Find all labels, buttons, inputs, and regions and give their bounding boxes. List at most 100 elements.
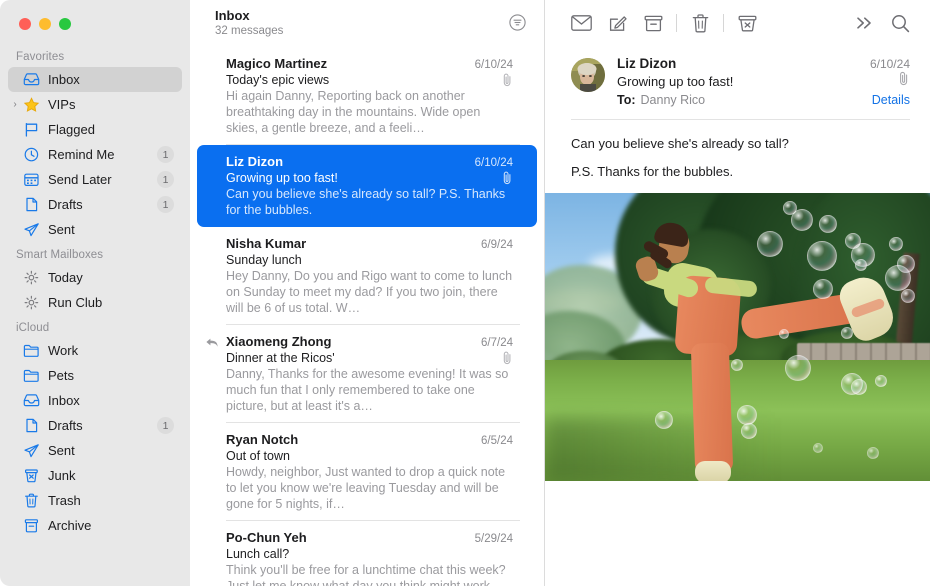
paper-plane-icon (22, 222, 41, 238)
compose-button[interactable] (599, 8, 635, 38)
recipient-line: To:Danny Rico (617, 93, 705, 107)
message-subject: Out of town (226, 449, 290, 463)
sidebar-item-trash[interactable]: Trash (8, 488, 182, 513)
bubble (737, 405, 757, 425)
unread-badge: 1 (157, 417, 174, 434)
inbox-icon (22, 393, 41, 409)
replied-icon (205, 336, 219, 348)
sidebar-item-sent[interactable]: Sent (8, 217, 182, 242)
sidebar-item-label: Remind Me (48, 148, 114, 161)
unread-badge: 1 (157, 146, 174, 163)
sidebar-group-title: Smart Mailboxes (0, 242, 190, 265)
sidebar-item-work[interactable]: Work (8, 338, 182, 363)
sidebar-item-label: Inbox (48, 73, 80, 86)
details-link[interactable]: Details (872, 93, 910, 107)
message-subject: Lunch call? (226, 547, 289, 561)
message-body: Can you believe she's already so tall? P… (545, 120, 932, 180)
message-list-item[interactable]: Po-Chun Yeh 5/29/24 Lunch call?Think you'l… (197, 521, 537, 586)
attachment-icon (502, 351, 513, 365)
bubble (901, 289, 915, 303)
message-preview: Howdy, neighbor, Just wanted to drop a q… (226, 464, 513, 512)
message-date: 5/29/24 (467, 533, 513, 545)
bubble (889, 237, 903, 251)
message-sender: Ryan Notch (226, 432, 298, 447)
message-date: 6/10/24 (870, 57, 910, 71)
sidebar-item-run-club[interactable]: Run Club (8, 290, 182, 315)
chevron-double-right-icon[interactable] (846, 8, 882, 38)
body-paragraph: P.S. Thanks for the bubbles. (571, 163, 906, 180)
gear-icon (22, 295, 41, 311)
sidebar-item-remind-me[interactable]: Remind Me 1 (8, 142, 182, 167)
message-date: 6/5/24 (473, 435, 513, 447)
message-preview: Hey Danny, Do you and Rigo want to come … (226, 268, 513, 316)
toolbar-divider (723, 14, 724, 32)
archive-button[interactable] (635, 8, 671, 38)
sidebar-item-label: Archive (48, 519, 91, 532)
inbox-icon (22, 72, 41, 88)
message-list-item[interactable]: Magico Martinez6/10/24Today's epic views… (197, 47, 537, 145)
to-label: To: (617, 93, 636, 107)
sidebar-item-inbox[interactable]: Inbox (8, 388, 182, 413)
zoom-button[interactable] (59, 18, 71, 30)
bubble (855, 259, 867, 271)
document-icon (22, 418, 41, 434)
junk-button[interactable] (729, 8, 765, 38)
star-icon (22, 97, 41, 113)
trash-icon (22, 493, 41, 509)
sidebar-item-label: Pets (48, 369, 74, 382)
message-count: 32 messages (215, 24, 283, 39)
bubble (867, 447, 879, 459)
flag-icon (22, 122, 41, 138)
bubble (741, 423, 757, 439)
sidebar-item-junk[interactable]: Junk (8, 463, 182, 488)
sidebar-item-archive[interactable]: Archive (8, 513, 182, 538)
bubble (731, 359, 743, 371)
message-sender: Magico Martinez (226, 56, 327, 71)
message-list-header: Inbox 32 messages (190, 0, 544, 47)
window-controls (0, 0, 190, 44)
search-icon[interactable] (882, 8, 918, 38)
minimize-button[interactable] (39, 18, 51, 30)
avatar (571, 58, 605, 92)
bubble (885, 265, 911, 291)
reader-toolbar (545, 0, 932, 46)
calendar-icon (22, 172, 41, 188)
message-preview: Think you'll be free for a lunchtime cha… (226, 562, 513, 586)
bubble (791, 209, 813, 231)
message-list-item[interactable]: Nisha Kumar6/9/24Sunday lunchHey Danny, … (197, 227, 537, 325)
message-list-item[interactable]: Liz Dizon6/10/24Growing up too fast!Can … (197, 145, 537, 227)
archive-icon (22, 518, 41, 534)
sidebar-item-send-later[interactable]: Send Later1 (8, 167, 182, 192)
unread-badge: 1 (157, 171, 174, 188)
mark-unread-button[interactable] (563, 8, 599, 38)
bubble (813, 279, 833, 299)
message-sender: Po-Chun Yeh (226, 530, 307, 545)
sidebar-item-label: Work (48, 344, 78, 357)
bubble (875, 375, 887, 387)
folder-icon (22, 368, 41, 384)
sidebar-item-drafts[interactable]: Drafts1 (8, 192, 182, 217)
delete-button[interactable] (682, 8, 718, 38)
sidebar-item-pets[interactable]: Pets (8, 363, 182, 388)
sidebar-item-label: Today (48, 271, 83, 284)
sidebar-group-title: iCloud (0, 315, 190, 338)
sidebar-item-flagged[interactable]: Flagged (8, 117, 182, 142)
sidebar-item-sent[interactable]: Sent (8, 438, 182, 463)
message-subject: Sunday lunch (226, 253, 302, 267)
bubble (819, 215, 837, 233)
sidebar-item-vips[interactable]: ›VIPs (8, 92, 182, 117)
message-list-item[interactable]: Ryan Notch 6/5/24 Out of townHowdy, neighb… (197, 423, 537, 521)
filter-icon[interactable] (506, 11, 528, 33)
bubble (779, 329, 789, 339)
sidebar-item-drafts[interactable]: Drafts1 (8, 413, 182, 438)
bubble (655, 411, 673, 429)
sidebar-item-label: Drafts (48, 198, 83, 211)
close-button[interactable] (19, 18, 31, 30)
sidebar-item-today[interactable]: Today (8, 265, 182, 290)
chevron-right-icon[interactable]: › (10, 100, 20, 110)
gear-icon (22, 270, 41, 286)
message-list-item[interactable]: Xiaomeng Zhong6/7/24Dinner at the Ricos'… (197, 325, 537, 423)
attachment-photo[interactable] (545, 193, 930, 481)
sidebar: FavoritesInbox›VIPsFlaggedRemind Me1Send… (0, 0, 190, 586)
sidebar-item-inbox[interactable]: Inbox (8, 67, 182, 92)
